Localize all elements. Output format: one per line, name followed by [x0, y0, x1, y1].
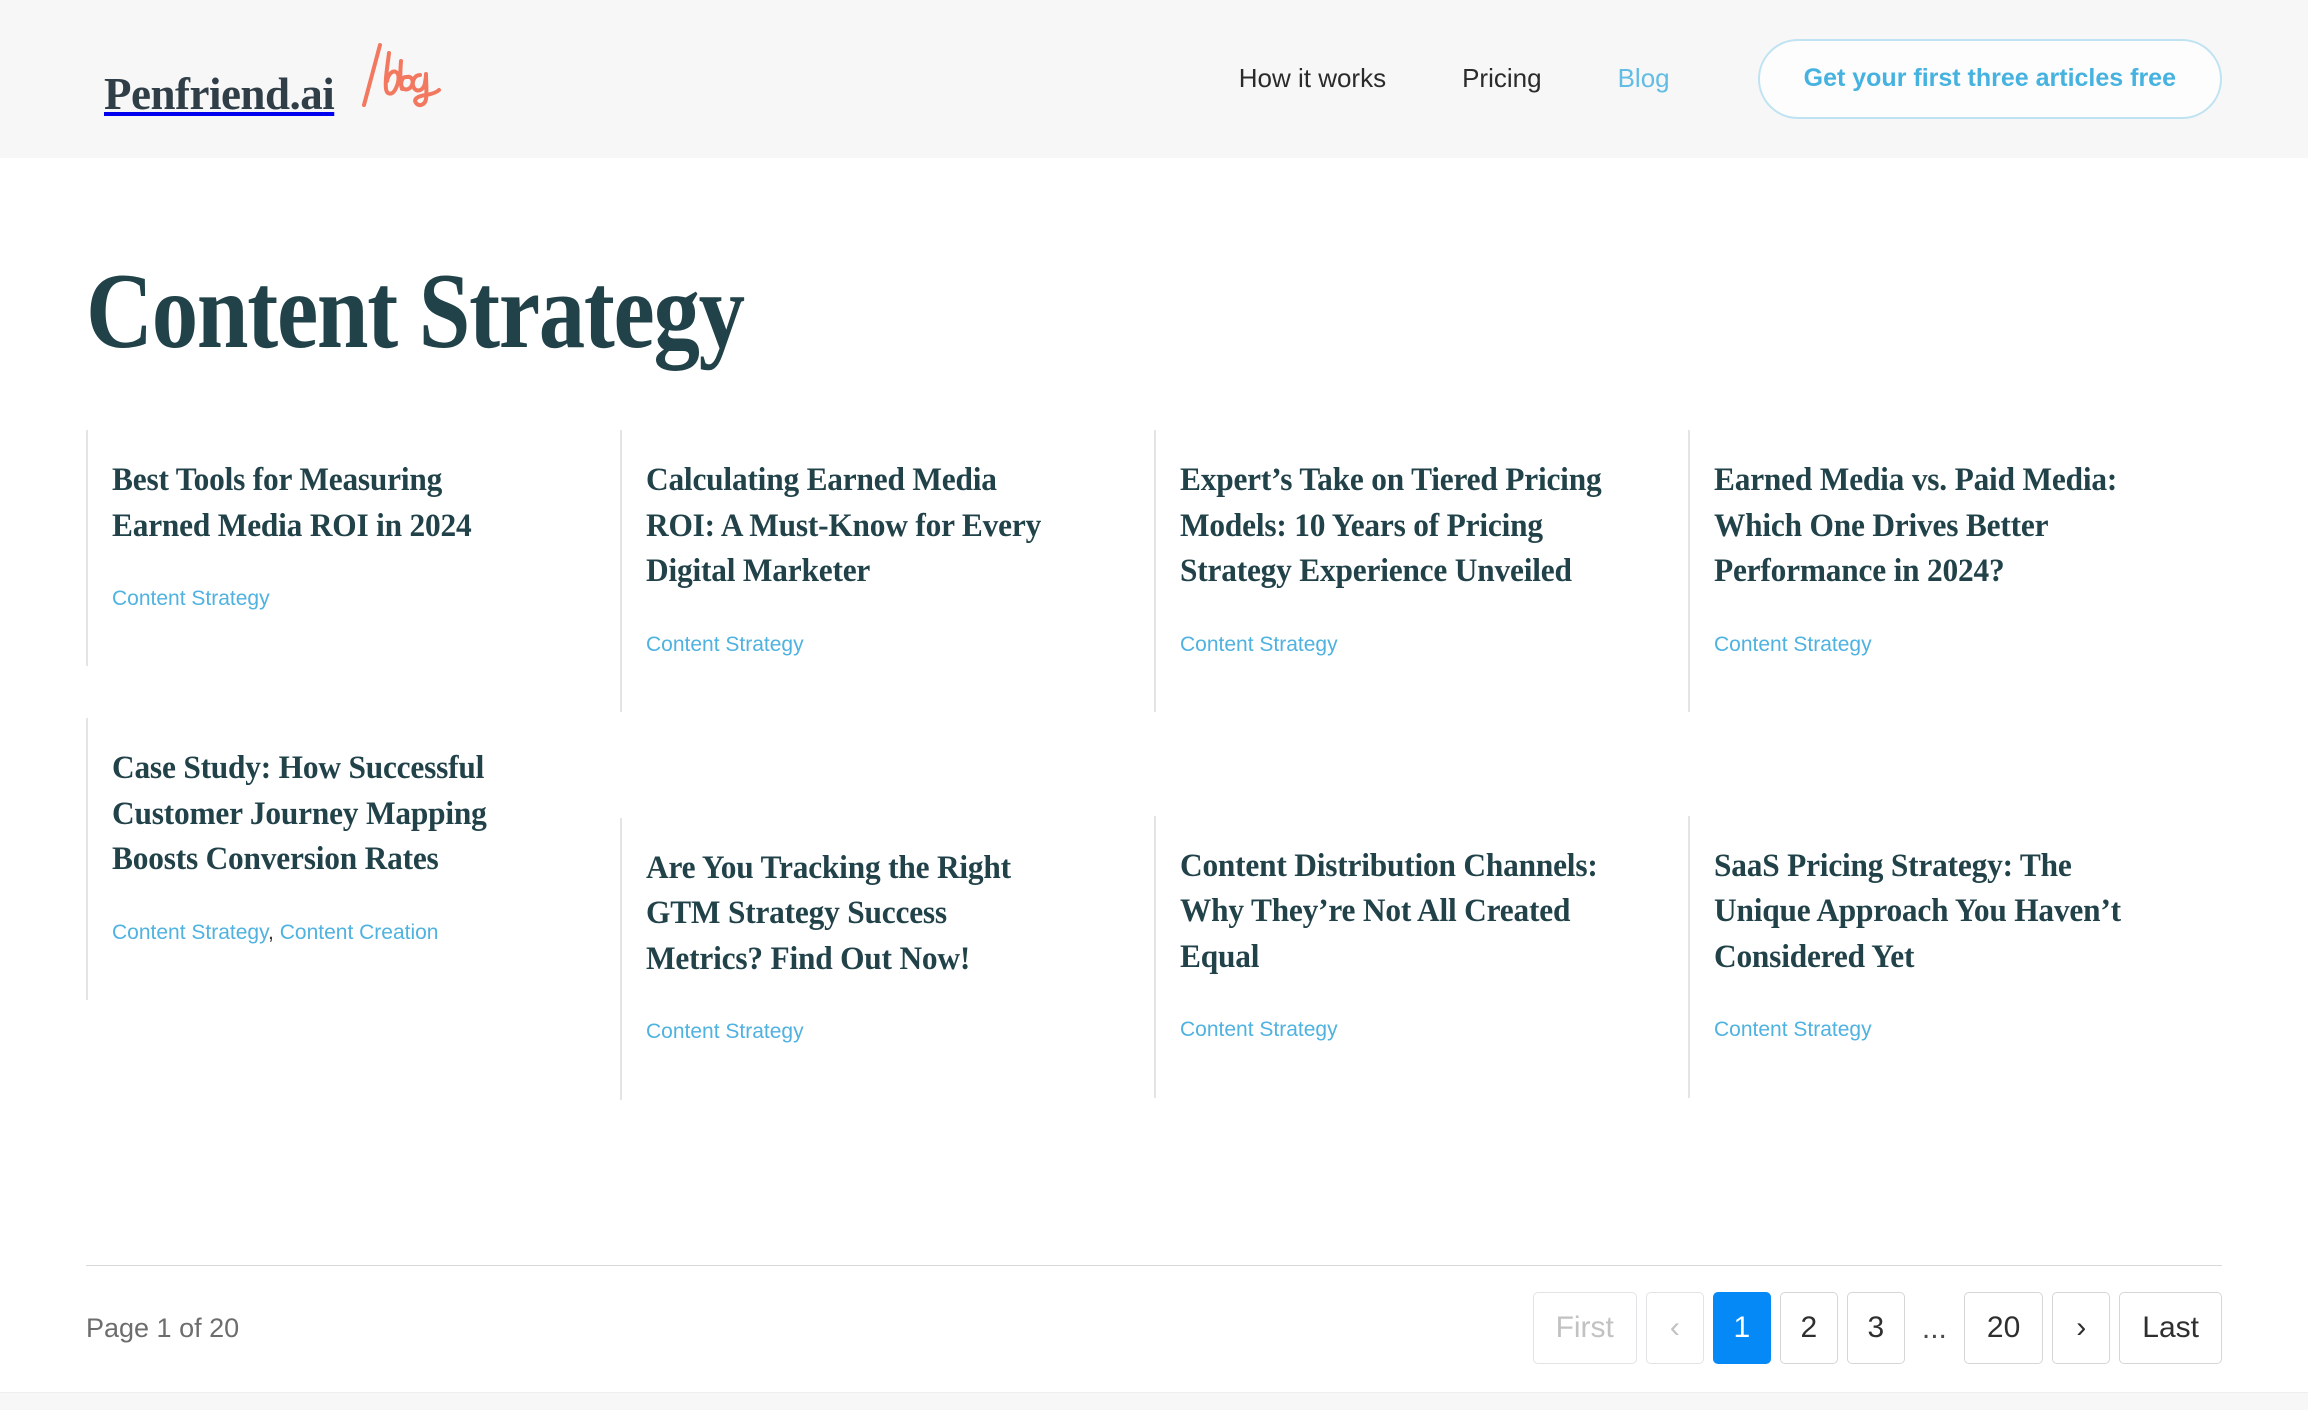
article-card-title: Are You Tracking the Right GTM Strategy …: [646, 849, 1011, 977]
logo-blog-handwritten-icon: [340, 41, 448, 109]
article-tag[interactable]: Content Strategy: [646, 633, 804, 656]
article-card[interactable]: Expert’s Take on Tiered Pricing Models: …: [1154, 430, 1688, 712]
grid-column-4: Earned Media vs. Paid Media: Which One D…: [1688, 430, 2222, 1098]
site-header: Penfriend.ai How it works Pricing Blog G…: [0, 0, 2308, 158]
pagination-page-1-button[interactable]: 1: [1712, 1292, 1771, 1364]
article-card-title: Best Tools for Measuring Earned Media RO…: [112, 462, 472, 544]
column-spacer: [620, 712, 1154, 818]
article-card-tags: Content Strategy: [112, 585, 556, 612]
article-card-grid: Best Tools for Measuring Earned Media RO…: [86, 430, 2222, 1100]
article-tag[interactable]: Content Strategy: [646, 1020, 804, 1043]
main-navigation: How it works Pricing Blog Get your first…: [1201, 39, 2222, 119]
pagination-divider: [86, 1265, 2222, 1266]
article-card-tags: Content Strategy: [1180, 631, 1624, 658]
article-card-tags: Content Strategy: [1714, 1016, 2158, 1043]
article-card[interactable]: Case Study: How Successful Customer Jour…: [86, 718, 620, 1001]
article-tag[interactable]: Content Strategy: [112, 921, 268, 944]
pagination-page-3-button[interactable]: 3: [1846, 1292, 1905, 1364]
article-card[interactable]: Content Distribution Channels: Why They’…: [1154, 815, 1688, 1098]
article-card-title: SaaS Pricing Strategy: The Unique Approa…: [1714, 847, 2121, 975]
nav-link-how-it-works[interactable]: How it works: [1201, 53, 1424, 104]
article-card[interactable]: SaaS Pricing Strategy: The Unique Approa…: [1688, 815, 2222, 1098]
grid-column-3: Expert’s Take on Tiered Pricing Models: …: [1154, 430, 1688, 1098]
article-card-title: Content Distribution Channels: Why They’…: [1180, 847, 1598, 975]
article-tag[interactable]: Content Strategy: [1714, 633, 1872, 656]
footer-band: [0, 1392, 2308, 1410]
column-spacer: [1688, 712, 2222, 816]
site-logo[interactable]: Penfriend.ai: [104, 41, 448, 117]
article-card[interactable]: Best Tools for Measuring Earned Media RO…: [86, 430, 620, 667]
pagination-first-button[interactable]: First: [1532, 1292, 1637, 1364]
nav-link-blog[interactable]: Blog: [1580, 53, 1708, 104]
page-title: Content Strategy: [86, 252, 745, 371]
pagination-bar: Page 1 of 20 First ‹ 1 2 3 ... 20 › Last: [86, 1288, 2222, 1368]
pagination-page-20-button[interactable]: 20: [1963, 1292, 2044, 1364]
article-card-title: Expert’s Take on Tiered Pricing Models: …: [1180, 462, 1602, 590]
article-tag[interactable]: Content Strategy: [1180, 633, 1338, 656]
article-tag[interactable]: Content Creation: [274, 921, 439, 944]
grid-column-2: Calculating Earned Media ROI: A Must-Kno…: [620, 430, 1154, 1100]
article-card-tags: Content Strategy: [646, 631, 1090, 658]
article-card-tags: Content Strategy, Content Creation: [112, 919, 556, 946]
article-card-title: Earned Media vs. Paid Media: Which One D…: [1714, 462, 2118, 590]
article-card-title: Calculating Earned Media ROI: A Must-Kno…: [646, 462, 1042, 590]
grid-column-1: Best Tools for Measuring Earned Media RO…: [86, 430, 620, 1001]
nav-link-pricing[interactable]: Pricing: [1424, 53, 1579, 104]
pagination-status: Page 1 of 20: [86, 1312, 240, 1343]
article-card[interactable]: Are You Tracking the Right GTM Strategy …: [620, 817, 1154, 1100]
article-card[interactable]: Earned Media vs. Paid Media: Which One D…: [1688, 430, 2222, 712]
pagination-next-chevron-icon[interactable]: ›: [2052, 1292, 2111, 1364]
pagination-controls: First ‹ 1 2 3 ... 20 › Last: [1532, 1292, 2222, 1364]
article-card-tags: Content Strategy: [1714, 631, 2158, 658]
article-card-tags: Content Strategy: [646, 1018, 1090, 1045]
article-card-title: Case Study: How Successful Customer Jour…: [112, 750, 487, 878]
article-card[interactable]: Calculating Earned Media ROI: A Must-Kno…: [620, 430, 1154, 712]
page-content: Content Strategy Best Tools for Measurin…: [0, 158, 2308, 1410]
logo-brand-text: Penfriend.ai: [104, 69, 335, 119]
pagination-page-2-button[interactable]: 2: [1779, 1292, 1838, 1364]
article-card-tags: Content Strategy: [1180, 1016, 1624, 1043]
article-tag[interactable]: Content Strategy: [1180, 1018, 1338, 1041]
article-tag[interactable]: Content Strategy: [112, 587, 270, 610]
column-spacer: [1154, 712, 1688, 816]
column-spacer: [86, 666, 620, 718]
get-free-articles-cta-button[interactable]: Get your first three articles free: [1757, 39, 2222, 119]
pagination-last-button[interactable]: Last: [2119, 1292, 2222, 1364]
pagination-ellipsis: ...: [1921, 1312, 1947, 1345]
article-tag[interactable]: Content Strategy: [1714, 1018, 1872, 1041]
pagination-prev-chevron-icon[interactable]: ‹: [1645, 1292, 1704, 1364]
